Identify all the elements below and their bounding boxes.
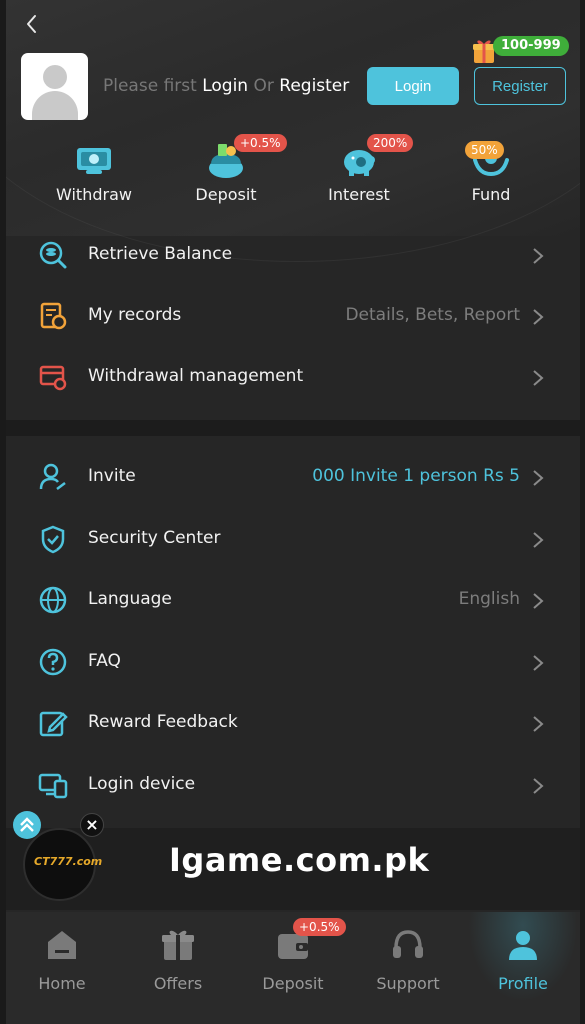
prompt-prefix: Please first (103, 76, 197, 96)
prompt-login-link[interactable]: Login (202, 76, 248, 96)
shield-check-icon (41, 525, 65, 554)
chevron-right-icon (533, 716, 544, 732)
close-icon[interactable]: × (80, 813, 104, 837)
login-button[interactable]: Login (367, 67, 459, 105)
quick-action-withdraw[interactable]: Withdraw (39, 140, 149, 204)
bottom-tab-bar: Home Offers Deposit +0.5% Support Profil… (6, 912, 580, 1024)
tab-profile[interactable]: Profile (468, 926, 578, 993)
tab-support[interactable]: Support (353, 926, 463, 993)
menu-row-my-records[interactable]: My records Details, Bets, Report (6, 286, 580, 347)
chevron-right-icon (533, 470, 544, 486)
menu-row-security-center[interactable]: Security Center (6, 509, 580, 570)
menu-label: Security Center (88, 528, 221, 548)
scroll-up-icon[interactable] (13, 811, 41, 839)
card-settings-icon (39, 365, 67, 391)
tab-label: Offers (153, 974, 203, 993)
tab-label: Profile (498, 974, 548, 993)
records-icon (40, 302, 67, 330)
question-icon (39, 648, 67, 676)
menu-label: FAQ (88, 651, 121, 671)
chevron-right-icon (533, 532, 544, 548)
prompt-register-link[interactable]: Register (279, 76, 349, 96)
chevron-right-icon (533, 248, 544, 264)
globe-icon (39, 586, 67, 614)
profile-screen: Please first Login Or Register Login Reg… (6, 0, 580, 1024)
banner-text: Igame.com.pk (169, 841, 430, 879)
quick-action-label: Fund (471, 185, 511, 204)
gift-icon (473, 40, 495, 63)
menu-label: Login device (88, 774, 196, 794)
chevron-right-icon (533, 778, 544, 794)
menu-row-reward-feedback[interactable]: Reward Feedback (6, 693, 580, 754)
quick-action-label: Deposit (195, 185, 257, 204)
promo-banner[interactable]: CT777.com Igame.com.pk (6, 828, 580, 910)
devices-icon (38, 773, 68, 799)
menu-value: 000 Invite 1 person Rs 5 (312, 466, 520, 486)
section-divider (6, 420, 580, 436)
chevron-right-icon (533, 655, 544, 671)
menu-row-retrieve-balance[interactable]: Retrieve Balance (6, 225, 580, 286)
chevron-right-icon (533, 370, 544, 386)
casino-logo-text: CT777.com (34, 855, 103, 868)
menu-row-invite[interactable]: Invite 000 Invite 1 person Rs 5 (6, 447, 580, 508)
menu-row-withdrawal-management[interactable]: Withdrawal management (6, 347, 580, 408)
edit-icon (39, 711, 68, 737)
back-arrow-icon[interactable] (20, 12, 44, 36)
tab-label: Home (38, 974, 86, 993)
menu-label: Retrieve Balance (88, 244, 233, 264)
tab-label: Support (376, 974, 440, 993)
chevron-right-icon (533, 309, 544, 325)
chevron-right-icon (533, 593, 544, 609)
tab-home[interactable]: Home (7, 926, 117, 993)
menu-row-language[interactable]: Language English (6, 570, 580, 631)
tab-offers[interactable]: Offers (123, 926, 233, 993)
deposit-bonus-badge: +0.5% (234, 134, 287, 152)
deposit-tab-badge: +0.5% (293, 918, 346, 936)
menu-label: Invite (88, 466, 136, 486)
headset-icon (393, 930, 423, 958)
fund-bonus-badge: 50% (465, 141, 504, 159)
menu-label: My records (88, 305, 182, 325)
avatar[interactable] (21, 53, 88, 120)
tab-deposit[interactable]: Deposit (238, 926, 348, 993)
register-button[interactable]: Register (474, 67, 566, 105)
withdraw-icon (77, 148, 111, 174)
interest-bonus-badge: 200% (367, 134, 414, 152)
avatar-head (43, 65, 67, 89)
menu-value: English (458, 589, 520, 609)
tab-label: Deposit (262, 974, 324, 993)
menu-label: Withdrawal management (88, 366, 304, 386)
invite-user-icon (39, 463, 66, 490)
profile-header: Please first Login Or Register Login Reg… (6, 0, 580, 262)
login-prompt: Please first Login Or Register (103, 76, 349, 96)
avatar-body (32, 91, 78, 120)
search-coin-icon (39, 241, 67, 269)
register-bonus-badge: 100-999 (493, 36, 569, 56)
menu-label: Language (88, 589, 172, 609)
gift-icon (162, 930, 194, 960)
home-icon (48, 931, 76, 959)
menu-row-faq[interactable]: FAQ (6, 632, 580, 693)
menu-row-login-device[interactable]: Login device (6, 755, 580, 816)
menu-value: Details, Bets, Report (345, 305, 520, 325)
menu-label: Reward Feedback (88, 712, 238, 732)
quick-action-label: Withdraw (56, 185, 132, 204)
prompt-or: Or (253, 76, 274, 96)
profile-icon (509, 931, 537, 960)
quick-action-label: Interest (328, 185, 390, 204)
